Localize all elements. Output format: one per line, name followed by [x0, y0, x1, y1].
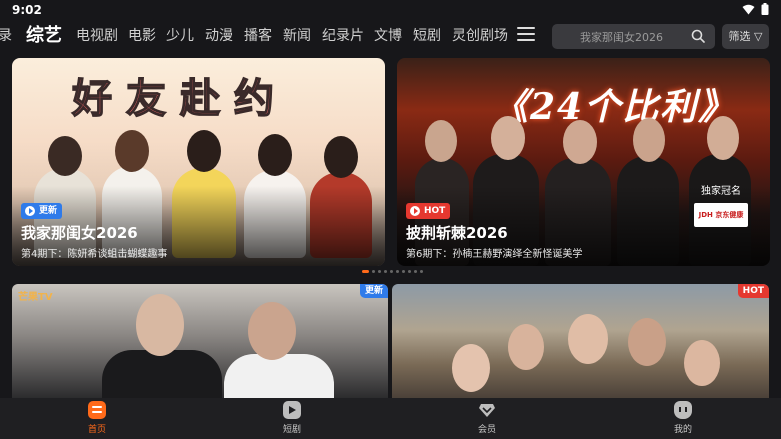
vip-diamond-icon: [479, 404, 495, 417]
search-placeholder: 我家那闺女2026: [580, 31, 663, 44]
wifi-icon: [742, 4, 755, 14]
status-time: 9:02: [12, 3, 42, 17]
filter-button[interactable]: 筛选 ▽: [722, 24, 769, 49]
tab-podcast[interactable]: 播客: [244, 22, 272, 50]
tab-kids[interactable]: 少儿: [166, 22, 194, 50]
carousel-dot: [378, 270, 381, 273]
sponsor-block: 独家冠名 JDH 京东健康: [694, 182, 748, 227]
status-bar: 9:02: [0, 0, 781, 20]
artwork-person: [102, 350, 222, 399]
status-icons: [742, 3, 769, 15]
carousel-dot: [384, 270, 387, 273]
banner-subtitle: 第6期下：孙楠王赫野演绎全新怪诞美学: [406, 249, 583, 260]
bottom-nav-label: 会员: [477, 425, 496, 435]
carousel-dot: [408, 270, 411, 273]
sponsor-logo: JDH 京东健康: [694, 203, 748, 227]
artwork-head: [248, 302, 296, 360]
carousel-dot: [396, 270, 399, 273]
tab-short-drama[interactable]: 短剧: [413, 22, 441, 50]
tab-news[interactable]: 新闻: [283, 22, 311, 50]
artwork-head: [568, 314, 608, 364]
artwork-head: [508, 324, 544, 370]
carousel-indicator: [362, 270, 423, 273]
banner-artwork-title: 好友赴约: [71, 74, 288, 123]
carousel-dot-active: [362, 270, 369, 273]
artwork-head: [491, 116, 525, 160]
bottom-nav: 首页 短剧 会员 我的: [0, 398, 781, 439]
carousel-dot: [390, 270, 393, 273]
search-icon[interactable]: [691, 29, 705, 43]
bottom-nav-home[interactable]: 首页: [67, 401, 127, 435]
artwork-head: [628, 318, 666, 366]
tab-partial[interactable]: 录: [0, 22, 12, 50]
content-card-1[interactable]: 芒果TV 更新: [12, 284, 388, 399]
artwork-head: [136, 294, 184, 356]
carousel-dot: [402, 270, 405, 273]
sponsor-label: 独家冠名: [701, 186, 741, 197]
artwork-head: [324, 136, 358, 178]
carousel-dot: [372, 270, 375, 273]
profile-icon: [674, 401, 692, 419]
banner-title: 我家那闺女2026: [21, 224, 138, 242]
hot-badge: HOT: [406, 203, 451, 219]
hot-badge: HOT: [737, 284, 769, 298]
carousel-dot: [414, 270, 417, 273]
content-card-2[interactable]: HOT: [392, 284, 769, 399]
banner-card-1[interactable]: 好友赴约 更新 我家那闺女2026 第4期下：陈妍希谈蛆击蝴蝶趣事: [12, 58, 385, 266]
battery-icon: [761, 3, 769, 15]
short-drama-icon: [283, 401, 301, 419]
artwork-head: [633, 118, 665, 162]
banner-card-2[interactable]: 《24个比利》 独家冠名 JDH 京东健康 HOT 披荆斩棘2026 第6期下：…: [397, 58, 770, 266]
artwork-head: [425, 120, 457, 162]
tab-variety[interactable]: 综艺: [26, 22, 62, 50]
bottom-nav-profile[interactable]: 我的: [653, 401, 713, 435]
tab-tv-series[interactable]: 电视剧: [76, 22, 118, 50]
tab-culture[interactable]: 文博: [374, 22, 402, 50]
tab-anime[interactable]: 动漫: [205, 22, 233, 50]
watermark-logo: 芒果TV: [18, 292, 53, 303]
update-badge: 更新: [21, 203, 63, 219]
banner-title: 披荆斩棘2026: [406, 224, 508, 242]
artwork-head: [684, 340, 720, 386]
tab-documentary[interactable]: 纪录片: [322, 22, 364, 50]
update-badge: 更新: [359, 284, 388, 298]
artwork-head: [258, 134, 292, 176]
artwork-head: [563, 120, 597, 164]
artwork-head: [707, 116, 739, 160]
artwork-head: [48, 136, 82, 176]
artwork-person: [224, 354, 334, 399]
artwork-head: [452, 344, 490, 392]
artwork-head: [115, 130, 149, 172]
banner-artwork-title: 《24个比利》: [492, 86, 737, 128]
channel-nav: 录 综艺 电视剧 电影 少儿 动漫 播客 新闻 纪录片 文博 短剧 灵创剧场: [0, 22, 540, 50]
artwork-head: [187, 130, 221, 172]
tab-movies[interactable]: 电影: [128, 22, 156, 50]
tab-theater[interactable]: 灵创剧场: [452, 22, 508, 50]
bottom-nav-label: 我的: [673, 425, 692, 435]
home-icon: [88, 401, 106, 419]
hamburger-icon[interactable]: [517, 27, 535, 43]
carousel-dot: [420, 270, 423, 273]
bottom-nav-label: 首页: [87, 425, 106, 435]
search-box[interactable]: 我家那闺女2026: [552, 24, 715, 49]
bottom-nav-short-drama[interactable]: 短剧: [262, 401, 322, 435]
bottom-nav-vip[interactable]: 会员: [457, 401, 517, 435]
bottom-nav-label: 短剧: [282, 425, 301, 435]
banner-subtitle: 第4期下：陈妍希谈蛆击蝴蝶趣事: [21, 249, 168, 260]
